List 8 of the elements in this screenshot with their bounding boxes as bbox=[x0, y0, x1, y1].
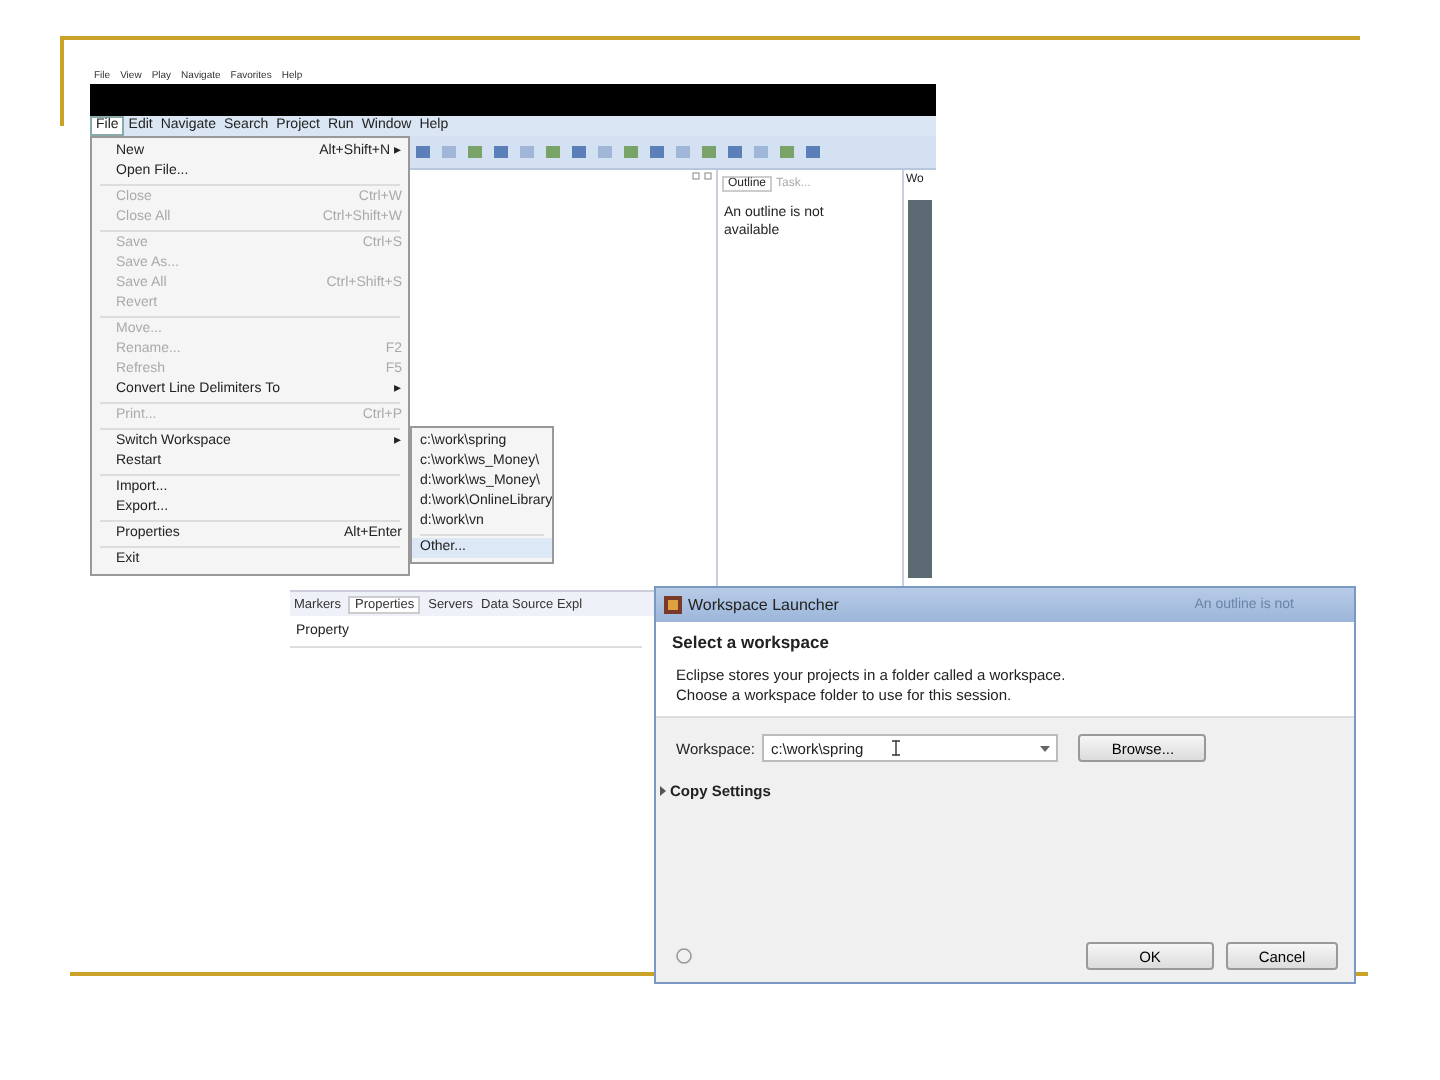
expand-arrow-icon[interactable] bbox=[660, 786, 666, 796]
dialog-heading: Select a workspace bbox=[672, 632, 831, 652]
minimize-maximize-icon[interactable] bbox=[692, 172, 712, 180]
help-icon[interactable] bbox=[676, 948, 692, 964]
window-title: Workspace Launcher bbox=[688, 596, 839, 614]
dropdown-arrow-icon[interactable] bbox=[1040, 745, 1051, 751]
app-icon bbox=[664, 596, 682, 614]
text-cursor-icon bbox=[891, 740, 900, 756]
